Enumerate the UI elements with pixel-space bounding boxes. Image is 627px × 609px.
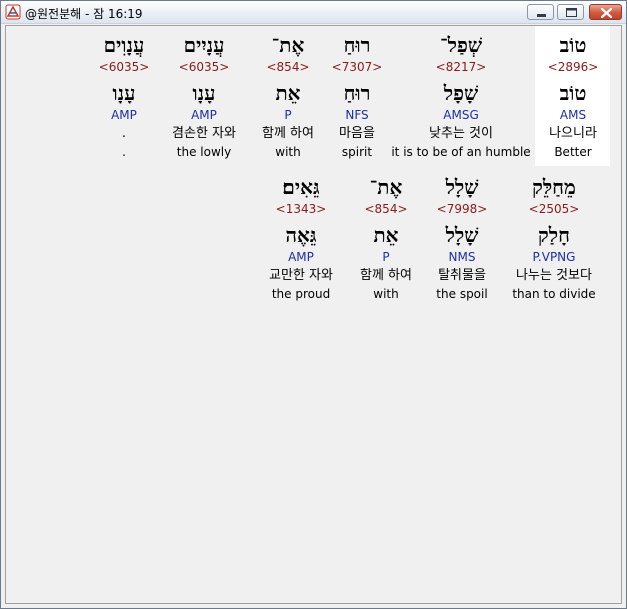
hebrew-lemma: גֵּאֶה [285,223,317,247]
hebrew-word: שָׁלָל [445,175,479,199]
hebrew-lemma: אֵת [275,81,301,105]
korean-gloss: 나으니라 [549,126,597,141]
hebrew-lemma: רוּחַ [343,81,371,105]
app-logo-icon [5,4,21,20]
english-gloss: Better [554,145,592,159]
strongs-number: <854> [266,60,310,74]
minimize-button[interactable] [527,4,554,20]
hebrew-lemma: שָׁפָל [443,81,479,105]
hebrew-word: עֲנָיִים [183,33,225,57]
hebrew-word: רוּחַ [343,33,371,57]
korean-gloss: 함께 하여 [360,268,412,283]
hebrew-lemma: אֵת [373,223,399,247]
morphology-code: AMSG [443,108,479,122]
interlinear-panel[interactable] [5,25,622,604]
hebrew-word: אֶת־ [271,33,305,57]
hebrew-lemma: שָׁלָל [445,223,479,247]
maximize-icon [566,8,577,17]
korean-gloss: 나누는 것보다 [516,268,592,283]
english-gloss: the proud [271,287,331,301]
english-gloss: than to divide [512,287,596,301]
hebrew-word: טוֹב [559,33,587,57]
strongs-number: <6035> [98,60,150,74]
korean-gloss: 겸손한 자와 [172,126,236,141]
morphology-code: AMP [288,250,314,264]
korean-gloss: . [121,126,127,141]
morphology-code: P [284,108,292,122]
close-icon [600,7,613,19]
morphology-code: NFS [345,108,369,122]
morphology-code: AMP [191,108,217,122]
english-gloss: . [122,145,126,159]
english-gloss: the spoil [436,287,488,301]
korean-gloss: 교만한 자와 [269,268,333,283]
maximize-button[interactable] [557,4,584,20]
title-bar[interactable]: @원전분해 - 잠 16:19 [1,1,626,24]
hebrew-word: מֵחַלֵּק [532,175,576,199]
strongs-number: <2896> [547,60,599,74]
english-gloss: with [275,145,301,159]
hebrew-word: עֲנָוִים [103,33,145,57]
hebrew-lemma: עָנָו [112,81,136,105]
strongs-number: <854> [364,202,408,216]
minimize-icon [537,14,546,17]
hebrew-word: שְׁפַל־ [439,33,483,57]
morphology-code: AMP [111,108,137,122]
morphology-code: NMS [448,250,476,264]
hebrew-word: גֵּאִים׃ [282,175,320,199]
korean-gloss: 함께 하여 [262,126,314,141]
english-gloss: with [373,287,399,301]
morphology-code: P.VPNG [532,250,576,264]
close-button[interactable] [589,4,622,20]
window-title: @원전분해 - 잠 16:19 [25,7,143,21]
english-gloss: it is to be of an humble [391,145,531,159]
english-gloss: spirit [341,145,373,159]
hebrew-word: אֶת־ [369,175,403,199]
morphology-code: P [382,250,390,264]
strongs-number: <2505> [528,202,580,216]
morphology-code: AMS [559,108,587,122]
korean-gloss: 마음을 [339,126,375,141]
english-gloss: the lowly [176,145,232,159]
strongs-number: <7998> [436,202,488,216]
hebrew-lemma: עָנָו [192,81,216,105]
strongs-number: <8217> [435,60,487,74]
strongs-number: <6035> [178,60,230,74]
korean-gloss: 낮추는 것이 [429,126,493,141]
app-window: @원전분해 - 잠 16:19 [0,0,627,609]
hebrew-lemma: חָלַק [538,223,570,247]
strongs-number: <1343> [275,202,327,216]
strongs-number: <7307> [331,60,383,74]
hebrew-lemma: טוֹב [559,81,587,105]
korean-gloss: 탈취물을 [438,268,486,283]
